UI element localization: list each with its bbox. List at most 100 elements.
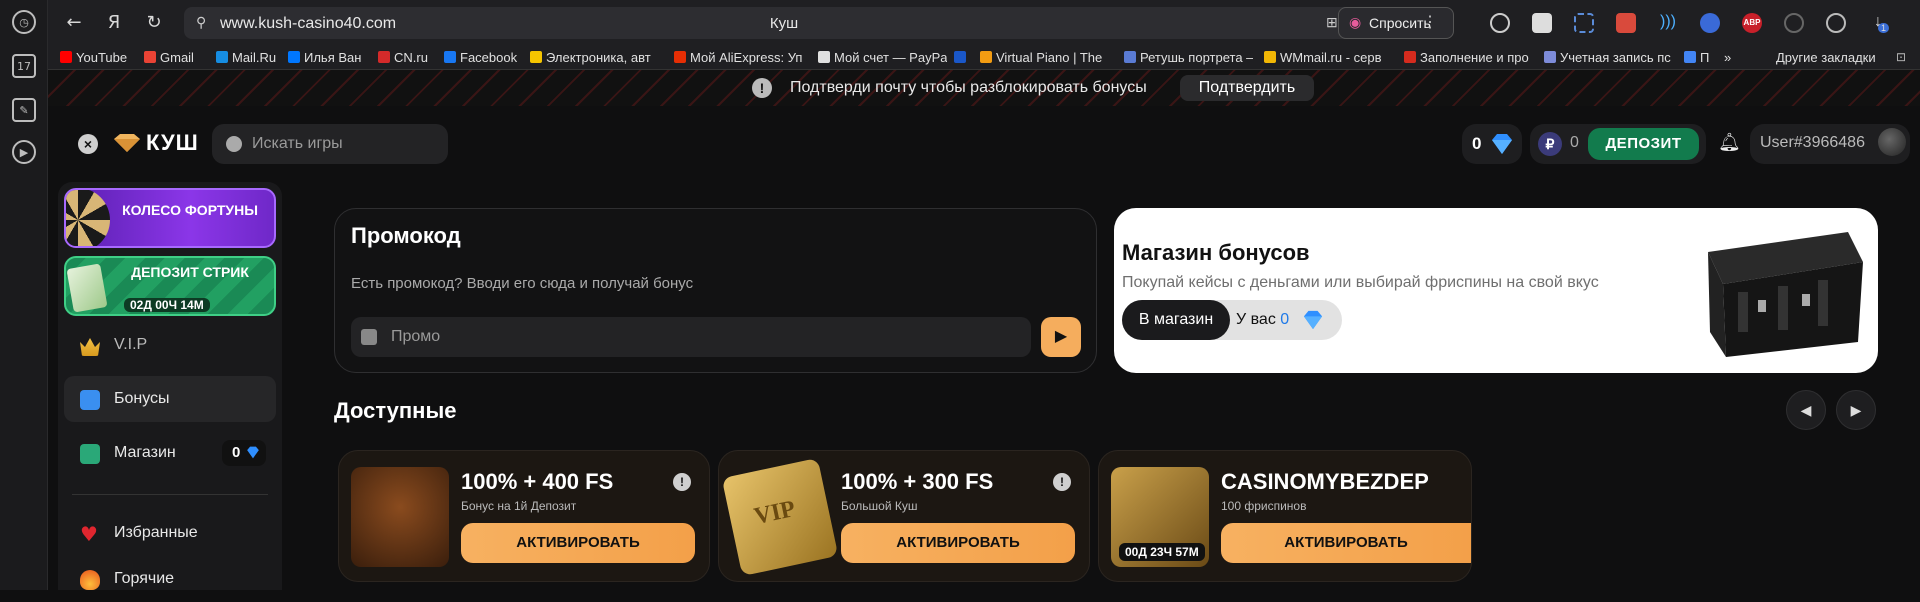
bookmark-item[interactable]: Facebook xyxy=(444,50,517,65)
shop-title: Магазин бонусов xyxy=(1122,240,1310,265)
bell-icon[interactable]: 🔔︎ xyxy=(1718,132,1741,154)
money-icon xyxy=(66,263,108,313)
streak-label: ДЕПОЗИТ СТРИК xyxy=(131,264,249,280)
alert-icon: ! xyxy=(752,78,772,98)
username: User#3966486 xyxy=(1760,134,1865,151)
qr-icon[interactable] xyxy=(1532,13,1552,33)
wheel-icon xyxy=(66,190,110,246)
screenshot-icon[interactable] xyxy=(1574,13,1594,33)
bookmarks-folder-icon[interactable]: ⊡ xyxy=(1896,50,1906,64)
bookmark-item[interactable]: Мой AliExpress: Уп xyxy=(674,50,802,65)
bookmark-label: YouTube xyxy=(76,50,128,65)
vpn-icon[interactable] xyxy=(1784,13,1804,33)
bookmark-item[interactable]: YouTube xyxy=(60,50,127,65)
bookmark-item[interactable]: П xyxy=(1684,50,1709,65)
yandex-icon[interactable]: Я xyxy=(102,11,126,35)
go-to-shop-button[interactable]: В магазин xyxy=(1122,300,1230,340)
game-search[interactable]: Искать игры xyxy=(212,124,448,164)
bookmark-label: Учетная запись пс xyxy=(1560,50,1671,65)
vip-ticket-text: VIP xyxy=(751,495,798,531)
sidebar-item-shop[interactable]: Магазин 0 xyxy=(64,430,276,476)
bookmark-favicon-icon xyxy=(1684,51,1696,63)
bookmark-favicon-icon xyxy=(1404,51,1416,63)
reload-icon[interactable]: ↻ xyxy=(142,11,166,35)
menu-dots-icon[interactable]: ⋮ xyxy=(1422,12,1438,32)
bookmark-item[interactable]: Мой счет — PayPa xyxy=(818,50,947,65)
avatar[interactable] xyxy=(1878,128,1906,156)
bookmark-item[interactable]: Учетная запись пс xyxy=(1544,50,1671,65)
bonus-title: 100% + 400 FS xyxy=(461,469,614,494)
notes-icon[interactable]: ✎ xyxy=(12,98,36,122)
bonus-title: CASINOMYBEZDEP xyxy=(1221,469,1429,494)
activate-button[interactable]: АКТИВИРОВАТЬ xyxy=(461,523,695,563)
wifi-icon[interactable]: ))) xyxy=(1658,13,1678,33)
profile-icon[interactable] xyxy=(1826,13,1846,33)
streak-timer: 02Д 00Ч 14М xyxy=(124,298,210,312)
bookmark-item[interactable]: WMmail.ru - серв xyxy=(1264,50,1382,65)
site-logo[interactable]: КУШ xyxy=(112,130,199,156)
lightbulb-icon[interactable] xyxy=(1490,13,1510,33)
bookmark-favicon-icon xyxy=(980,51,992,63)
deposit-button[interactable]: ДЕПОЗИТ xyxy=(1588,128,1699,160)
sidebar-item-favorites[interactable]: ♥ Избранные xyxy=(64,510,276,556)
info-icon[interactable]: ! xyxy=(673,473,691,491)
bookmark-item[interactable] xyxy=(954,50,970,65)
bonus-title: 100% + 300 FS xyxy=(841,469,994,494)
bookmark-item[interactable]: Gmail xyxy=(144,50,194,65)
bookmark-item[interactable]: Mail.Ru xyxy=(216,50,276,65)
download-icon[interactable]: ↓ 1 xyxy=(1868,13,1890,33)
adblock-icon[interactable]: ABP xyxy=(1742,13,1762,33)
bookmark-item[interactable]: Virtual Piano | The xyxy=(980,50,1102,65)
deposit-streak-card[interactable]: ДЕПОЗИТ СТРИК 02Д 00Ч 14М xyxy=(64,256,276,316)
carousel-next-button[interactable]: ▶ xyxy=(1836,390,1876,430)
wheel-label: КОЛЕСО ФОРТУНЫ xyxy=(122,202,258,218)
calendar-icon[interactable]: 17 xyxy=(12,54,36,78)
close-sidebar-icon[interactable]: × xyxy=(78,134,98,154)
carousel-prev-button[interactable]: ◀ xyxy=(1786,390,1826,430)
sidebar-item-label: Горячие xyxy=(114,570,175,587)
bot-icon[interactable] xyxy=(1700,13,1720,33)
bookmark-item[interactable]: Заполнение и про xyxy=(1404,50,1529,65)
bookmark-item[interactable]: CN.ru xyxy=(378,50,428,65)
activate-button[interactable]: АКТИВИРОВАТЬ xyxy=(841,523,1075,563)
bookmark-item[interactable]: Электроника, авт xyxy=(530,50,651,65)
crown-icon xyxy=(80,338,100,356)
sidebar-item-hot[interactable]: Горячие xyxy=(64,556,276,602)
wheel-of-fortune-card[interactable]: КОЛЕСО ФОРТУНЫ xyxy=(64,188,276,248)
bookmark-favicon-icon xyxy=(674,51,686,63)
info-icon[interactable]: ! xyxy=(1053,473,1071,491)
translate-icon[interactable]: ⊞ xyxy=(1326,14,1338,31)
calendar-day: 17 xyxy=(17,59,31,73)
back-icon[interactable]: ← xyxy=(62,11,86,35)
promo-code-input[interactable]: Промо xyxy=(351,317,1031,357)
sidebar-item-label: Бонусы xyxy=(114,390,170,407)
gem-icon xyxy=(247,446,259,459)
bookmark-favicon-icon xyxy=(1124,51,1136,63)
promo-submit-button[interactable]: ▶ xyxy=(1041,317,1081,357)
bookmark-favicon-icon xyxy=(288,51,300,63)
bookmark-favicon-icon xyxy=(60,51,72,63)
address-bar[interactable]: ⚲ www.kush-casino40.com Куш ⊞ ☐ xyxy=(184,7,1384,39)
ruble-icon: ₽ xyxy=(1538,132,1562,156)
heart-icon: ♥ xyxy=(80,522,98,546)
sidebar-item-vip[interactable]: V.I.P xyxy=(64,322,276,368)
other-bookmarks[interactable]: Другие закладки xyxy=(1776,50,1876,65)
activate-button[interactable]: АКТИВИРОВАТЬ xyxy=(1221,523,1471,563)
shop-badge: 0 xyxy=(222,440,266,466)
alice-icon: ◉ xyxy=(1349,14,1362,30)
sidebar-item-label: Магазин xyxy=(114,444,176,461)
bookmark-label: Ретушь портрета – xyxy=(1140,50,1254,65)
more-bookmarks-chevron[interactable]: » xyxy=(1724,50,1731,65)
confirm-email-button[interactable]: Подтвердить xyxy=(1180,75,1314,101)
bonus-card: 00Д 23Ч 57М CASINOMYBEZDEP 100 фриспинов… xyxy=(1098,450,1472,582)
gems-balance[interactable] xyxy=(1462,124,1522,164)
bookmark-item[interactable]: Илья Ван xyxy=(288,50,361,65)
extension-red-icon[interactable] xyxy=(1616,13,1636,33)
shop-badge-count: 0 xyxy=(232,444,241,461)
sidebar-item-bonuses[interactable]: Бонусы xyxy=(64,376,276,422)
history-icon[interactable]: ◷ xyxy=(12,10,36,34)
bonus-card: VIP 100% + 300 FS Большой Куш ! АКТИВИРО… xyxy=(718,450,1090,582)
play-icon[interactable]: ▶ xyxy=(12,140,36,164)
bookmark-item[interactable]: Ретушь портрета – xyxy=(1124,50,1253,65)
bookmark-favicon-icon xyxy=(1544,51,1556,63)
